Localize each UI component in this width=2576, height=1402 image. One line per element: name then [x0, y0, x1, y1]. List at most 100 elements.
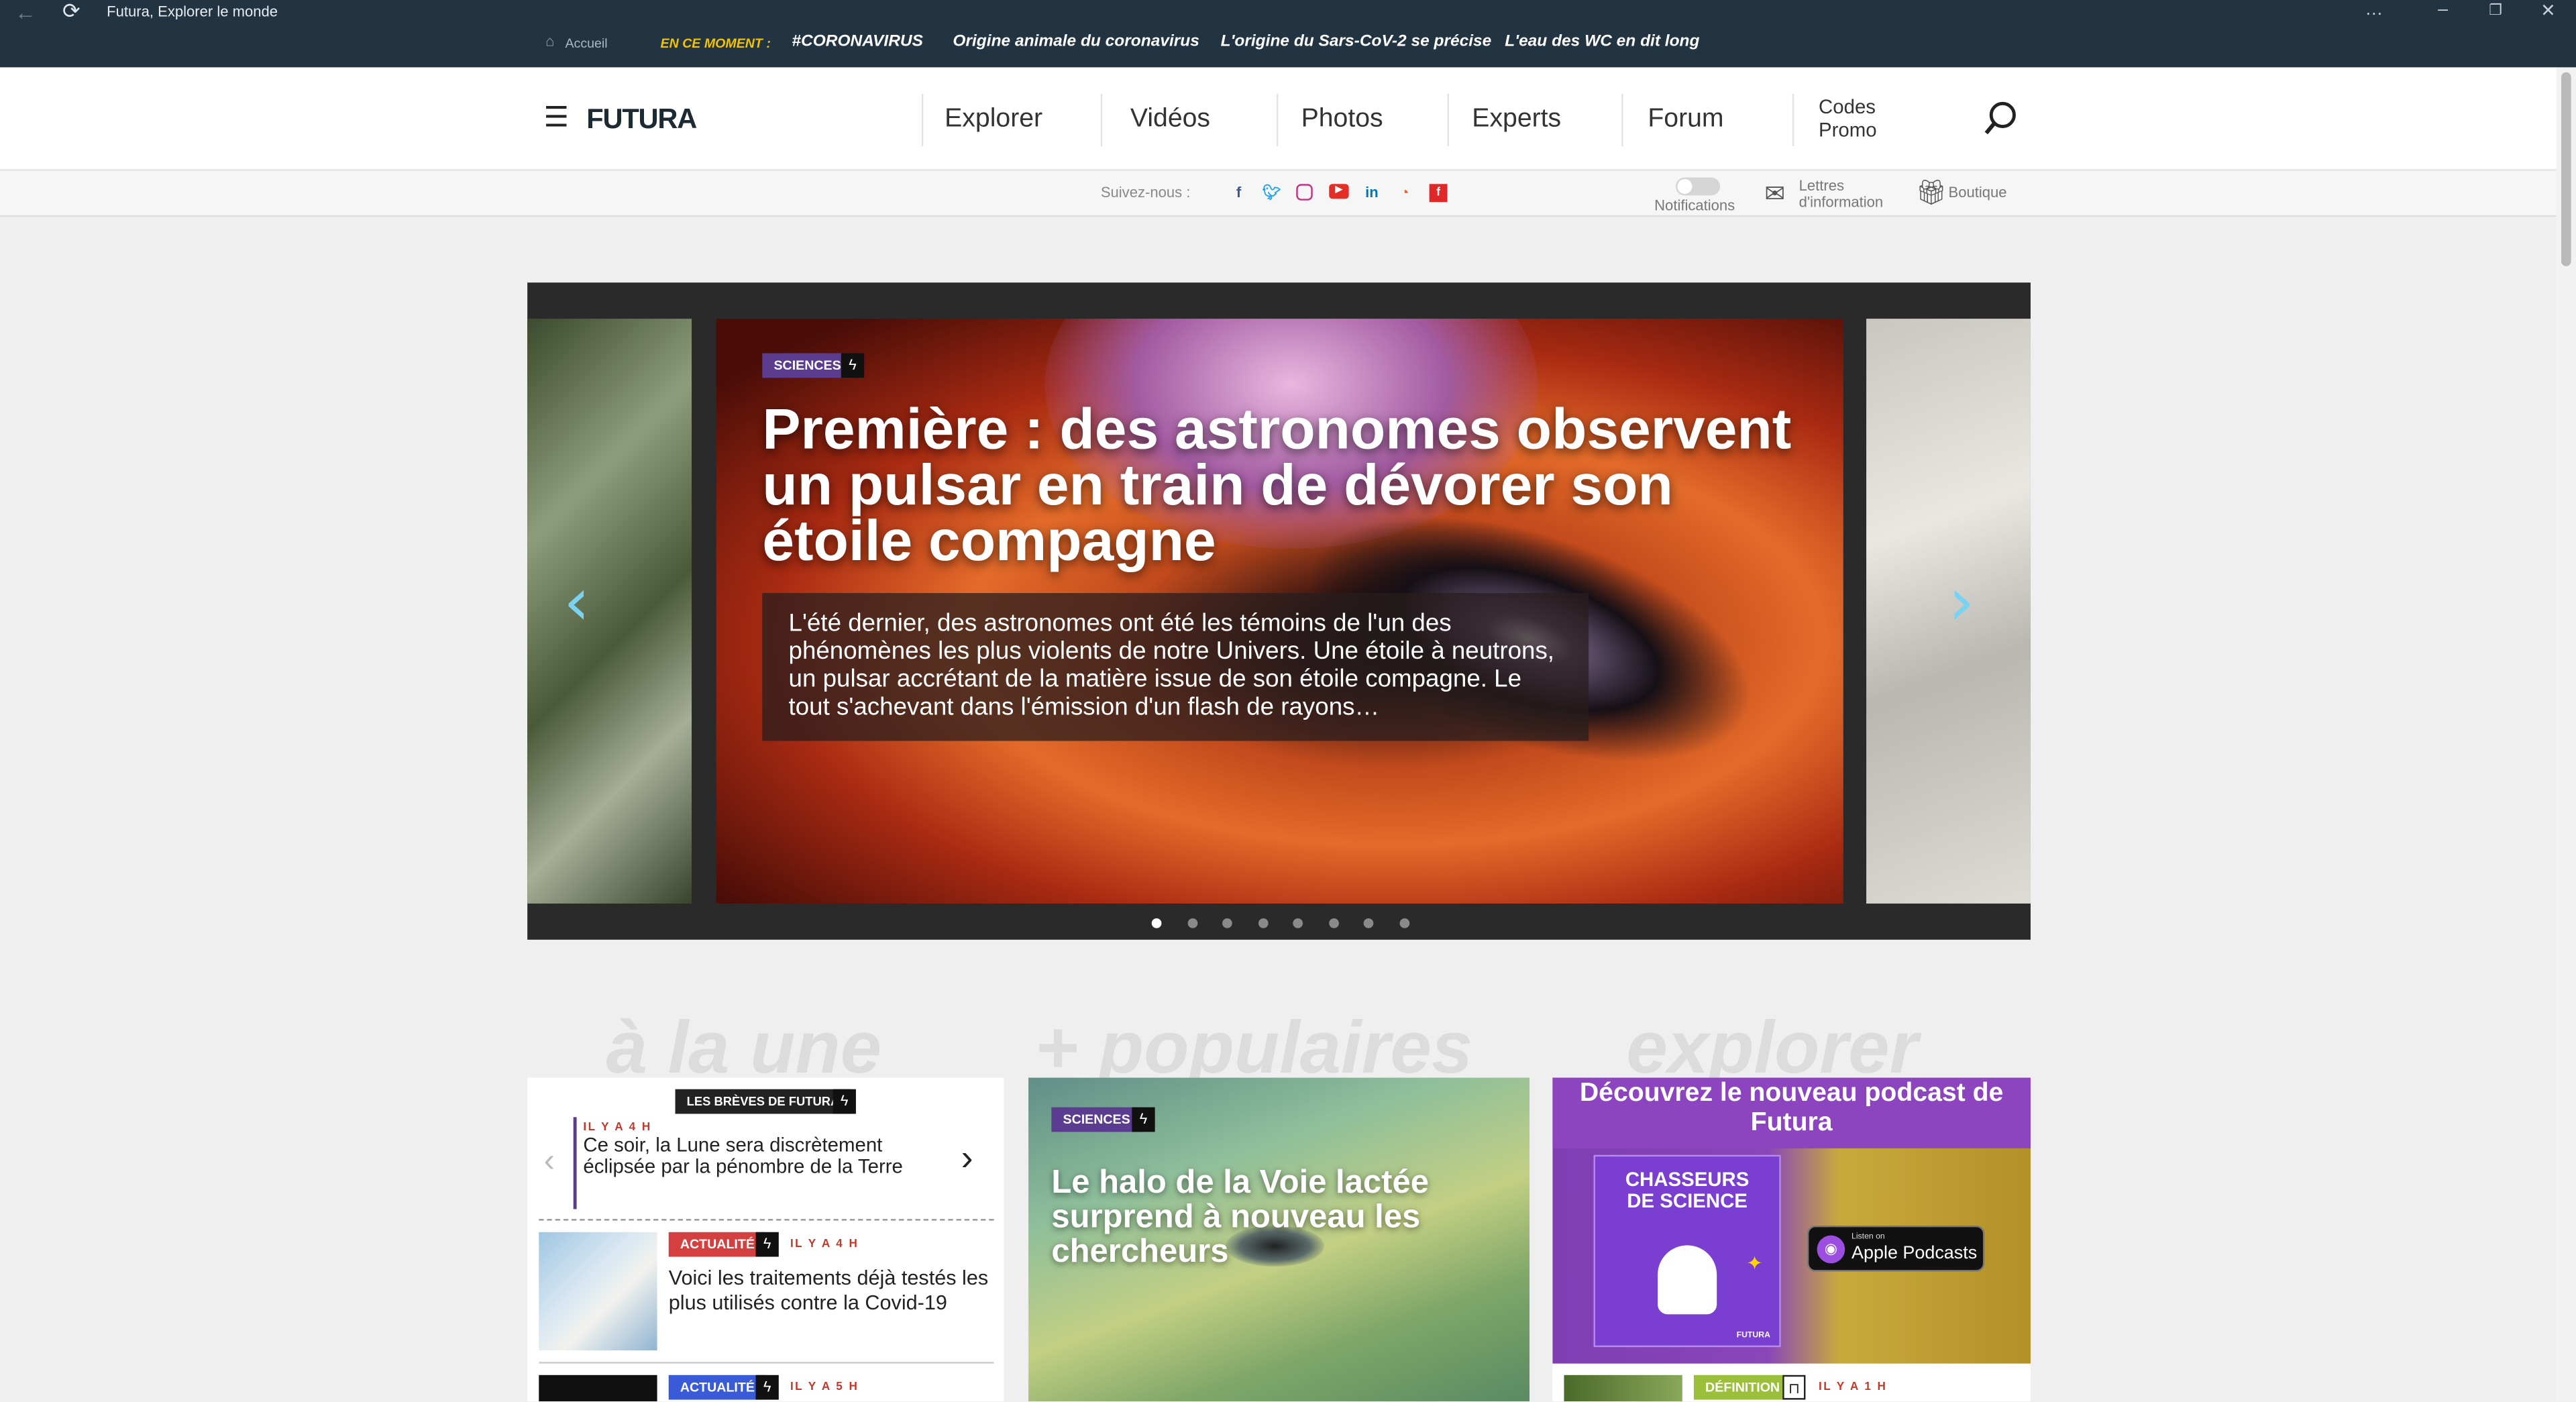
breve-prev-arrow[interactable]: ‹: [544, 1144, 555, 1181]
instagram-icon[interactable]: [1296, 184, 1313, 201]
follow-bar: Suivez-nous : f 🐦︎ ▶ in ◔ f Notification…: [0, 170, 2557, 217]
restore-button[interactable]: ❐: [2479, 1, 2512, 19]
item1-text[interactable]: Voici les traitements déjà testés les pl…: [669, 1266, 998, 1315]
hot-link-coronavirus[interactable]: #CORONAVIRUS: [792, 33, 922, 51]
carousel-dot[interactable]: [1293, 918, 1303, 928]
scrollbar-thumb[interactable]: [2561, 72, 2571, 266]
hot-link-origine-animale[interactable]: Origine animale du coronavirus: [953, 33, 1199, 51]
item1-tag[interactable]: ACTUALITÉ: [668, 1232, 767, 1257]
carousel-prev-arrow[interactable]: ‹: [564, 565, 590, 641]
more-icon[interactable]: …: [2357, 0, 2390, 19]
article-thumbnail[interactable]: [1564, 1374, 1682, 1401]
flash-icon: ϟ: [841, 353, 865, 378]
youtube-icon[interactable]: ▶: [1329, 184, 1349, 199]
col3-item-tag[interactable]: DÉFINITION: [1693, 1374, 1792, 1400]
divider: [539, 1362, 994, 1364]
nav-divider: [1621, 93, 1623, 146]
codes-promo-link[interactable]: Codes Promo: [1819, 95, 1877, 142]
col2-title[interactable]: Le halo de la Voie lactée surprend à nou…: [1051, 1166, 1479, 1270]
nav-videos[interactable]: Vidéos: [1130, 105, 1210, 135]
article-thumbnail[interactable]: [539, 1374, 657, 1401]
scientist-illustration: [1658, 1245, 1717, 1315]
flipboard-icon[interactable]: f: [1429, 184, 1448, 203]
close-button[interactable]: ✕: [2532, 0, 2565, 21]
nav-experts[interactable]: Experts: [1472, 105, 1561, 135]
breve-text[interactable]: Ce soir, la Lune sera discrètement éclip…: [583, 1134, 936, 1178]
notifications-label: Notifications: [1654, 197, 1735, 214]
flash-icon: ϟ: [755, 1232, 779, 1257]
cover-title: CHASSEURS DE SCIENCE: [1595, 1168, 1779, 1213]
mail-icon[interactable]: ✉: [1764, 179, 1785, 209]
codes-promo-line1: Codes: [1819, 95, 1876, 119]
hero-tag[interactable]: SCIENCES: [762, 353, 853, 378]
hot-link-sars-cov-2[interactable]: L'origine du Sars-CoV-2 se précise: [1221, 33, 1492, 51]
refresh-icon[interactable]: ⟳: [62, 0, 80, 25]
breves-label[interactable]: LES BRÈVES DE FUTURA: [675, 1089, 851, 1114]
minimize-button[interactable]: –: [2426, 0, 2459, 19]
shop-link[interactable]: Boutique: [1949, 184, 2007, 200]
item1-time: IL Y A 4 H: [790, 1238, 859, 1250]
apple-badge-small: Listen on: [1851, 1232, 1885, 1242]
item2-tag[interactable]: ACTUALITÉ: [668, 1374, 767, 1400]
carousel-dot[interactable]: [1151, 918, 1162, 928]
futura-logo[interactable]: FUTURA: [586, 103, 697, 136]
menu-icon[interactable]: ☰: [544, 102, 569, 135]
apple-badge-text: Apple Podcasts: [1851, 1243, 1978, 1264]
codes-promo-line2: Promo: [1819, 118, 1877, 142]
title-bar: ← ⟳ Futura, Explorer le monde … – ❐ ✕ ⌂ …: [0, 0, 2576, 68]
article-thumbnail[interactable]: [539, 1232, 657, 1351]
col2-tag[interactable]: SCIENCES: [1051, 1107, 1142, 1132]
nav-divider: [1792, 93, 1794, 146]
flash-icon: ϟ: [833, 1089, 856, 1114]
nav-divider: [1100, 93, 1103, 146]
home-link[interactable]: Accueil: [565, 36, 607, 51]
cover-title-line1: CHASSEURS: [1625, 1168, 1750, 1191]
nav-photos[interactable]: Photos: [1301, 105, 1383, 135]
nav-explorer[interactable]: Explorer: [945, 105, 1042, 135]
flash-icon: ϟ: [1132, 1107, 1155, 1132]
nav-divider: [1276, 93, 1279, 146]
search-icon[interactable]: [1983, 100, 2019, 136]
flash-icon: ϟ: [755, 1374, 779, 1400]
cover-brand: FUTURA: [1736, 1330, 1770, 1341]
previous-slide-image[interactable]: [527, 319, 692, 904]
bookmark-icon: ⊓: [1782, 1374, 1806, 1400]
item2-time: IL Y A 5 H: [790, 1381, 859, 1393]
linkedin-icon[interactable]: in: [1362, 182, 1381, 202]
nav-divider: [1447, 93, 1450, 146]
site-header: ☰ FUTURA Explorer Vidéos Photos Experts …: [0, 67, 2557, 171]
podcast-cover[interactable]: CHASSEURS DE SCIENCE ✦ FUTURA: [1593, 1154, 1781, 1348]
apple-podcasts-icon: ◉: [1817, 1235, 1845, 1264]
follow-label: Suivez-nous :: [1100, 184, 1191, 201]
back-icon[interactable]: ←: [15, 0, 36, 25]
hero-title[interactable]: Première : des astronomes observent un p…: [762, 401, 1813, 570]
moment-label: EN CE MOMENT :: [660, 36, 771, 51]
twitter-icon[interactable]: 🐦︎: [1262, 182, 1281, 202]
apple-podcasts-badge[interactable]: ◉ Listen on Apple Podcasts: [1807, 1225, 1985, 1272]
window-title: Futura, Explorer le monde: [107, 3, 278, 20]
nav-divider: [921, 93, 924, 146]
populaires-column[interactable]: SCIENCES ϟ Le halo de la Voie lactée sur…: [1028, 1077, 1530, 1401]
carousel-next-arrow[interactable]: ›: [1949, 565, 1975, 641]
breve-next-arrow[interactable]: ›: [961, 1137, 973, 1180]
carousel-dot[interactable]: [1363, 918, 1374, 928]
carousel-dot[interactable]: [1222, 918, 1232, 928]
hot-link-eau-wc[interactable]: L'eau des WC en dit long: [1505, 33, 1699, 51]
breve-accent-bar: [573, 1117, 577, 1209]
a-la-une-column: LES BRÈVES DE FUTURA ϟ ‹ IL Y A 4 H Ce s…: [527, 1077, 1004, 1401]
breve-time: IL Y A 4 H: [583, 1122, 652, 1134]
facebook-icon[interactable]: f: [1229, 182, 1248, 202]
rocket-icon: ✦: [1746, 1252, 1763, 1275]
gift-icon[interactable]: 🎁︎: [1916, 177, 1947, 207]
home-icon[interactable]: ⌂: [545, 33, 554, 49]
nav-forum[interactable]: Forum: [1648, 105, 1723, 135]
newsletter-link[interactable]: Lettres d'information: [1799, 177, 1884, 210]
notifications-toggle[interactable]: [1675, 177, 1721, 196]
scrollbar[interactable]: [2556, 67, 2576, 1401]
browser-viewport: ← ⟳ Futura, Explorer le monde … – ❐ ✕ ⌂ …: [0, 0, 2576, 1401]
cover-title-line2: DE SCIENCE: [1627, 1189, 1748, 1213]
hero-description: L'été dernier, des astronomes ont été le…: [762, 593, 1589, 741]
rss-icon[interactable]: ◔: [1395, 182, 1414, 202]
divider: [539, 1219, 994, 1221]
podcast-banner-title[interactable]: Découvrez le nouveau podcast de Futura: [1562, 1079, 2021, 1138]
